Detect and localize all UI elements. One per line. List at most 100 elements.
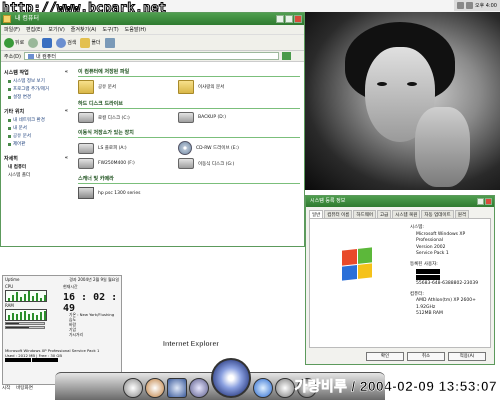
minimize-button[interactable] (276, 15, 284, 23)
window-icon (3, 15, 11, 23)
item-label: CD-RW 드라이브 (E:) (196, 146, 239, 151)
ok-button[interactable]: 확인 (366, 352, 404, 361)
calendar-icon[interactable] (145, 378, 165, 398)
my-computer-window[interactable]: 내 컴퓨터 파일(F) 편집(E) 보기(V) 즐겨찾기(A) 도구(T) 도움… (0, 12, 305, 247)
folder-icon (78, 80, 94, 94)
item-drive-g[interactable]: 이동식 디스크 (G:) (178, 158, 278, 169)
hard-drive-icon (78, 112, 94, 123)
redacted-org (416, 275, 440, 280)
weather-info: 기온 : New York/Flushing 습도 바람 기압 가시거리 (69, 312, 114, 337)
other-places-title: 기타 위치 (4, 109, 25, 115)
group-header-scanners: 스캐너 및 카메라 (78, 175, 300, 184)
system-tasks-header[interactable]: 시스템 작업 « (4, 69, 68, 76)
menu-file[interactable]: 파일(F) (4, 26, 20, 33)
item-scanner[interactable]: hp psc 1300 series (78, 187, 178, 199)
dialog-close-button[interactable] (485, 198, 492, 205)
start-button[interactable]: 시작 (2, 385, 10, 391)
menu-favorites[interactable]: 즐겨찾기(A) (71, 26, 97, 33)
floppy-icon (78, 142, 94, 154)
folders-button[interactable]: 폴더 (80, 37, 101, 48)
other-places-header[interactable]: 기타 위치 « (4, 108, 68, 115)
menu-edit[interactable]: 편집(E) (26, 26, 42, 33)
details-title: 자세히 (4, 156, 18, 162)
views-icon (104, 37, 115, 48)
registered-label: 등록된 사용자: (410, 261, 438, 267)
ie-icon[interactable] (211, 358, 251, 398)
details-header[interactable]: 자세히 « (4, 155, 68, 162)
cancel-button[interactable]: 취소 (407, 352, 445, 361)
item-label: 이사랑의 문서 (198, 85, 225, 90)
menu-tools[interactable]: 도구(T) (103, 26, 119, 33)
collapse-icon: « (64, 108, 68, 114)
task-label: 프로그램 추가/제거 (13, 87, 50, 92)
collapse-icon: « (64, 155, 68, 161)
removable-drive-icon (78, 158, 94, 169)
wallpaper-photo (305, 12, 500, 190)
back-button[interactable]: 뒤로 (4, 37, 24, 48)
system-info-icon (8, 79, 11, 83)
item-cdrw-e[interactable]: CD-RW 드라이브 (E:) (178, 141, 278, 155)
forward-button[interactable] (28, 37, 39, 48)
desktop-button[interactable]: 바탕화면 (16, 385, 33, 391)
photo-eye-right (407, 82, 417, 86)
redacted-bar (32, 358, 59, 362)
network-icon[interactable] (253, 378, 273, 398)
scanner-icon (78, 187, 94, 199)
window-title: 내 컴퓨터 (15, 15, 39, 22)
system-properties-dialog[interactable]: 시스템 등록 정보 일반 컴퓨터 이름 하드웨어 고급 시스템 복원 자동 업데… (305, 195, 495, 365)
clock-label: 현재시간 (63, 284, 78, 289)
folder-icon (178, 80, 194, 94)
general-tab-body: 시스템: Microsoft Windows XP Professional V… (309, 218, 491, 348)
computer-icon (27, 53, 34, 59)
group-header-removable: 이동식 저장소가 있는 장치 (78, 129, 300, 138)
up-button[interactable] (42, 37, 53, 48)
item-floppy-a[interactable]: LS 플로피 (A:) (78, 141, 178, 155)
maximize-button[interactable] (285, 15, 293, 23)
redacted-user (416, 269, 440, 274)
search-icon[interactable] (275, 378, 295, 398)
item-shared-documents[interactable]: 공유 문서 (78, 80, 178, 94)
item-drive-f[interactable]: FW250M400 (F:) (78, 158, 178, 169)
folder-icon (80, 37, 91, 48)
search-button[interactable]: 검색 (56, 37, 76, 48)
network-icon[interactable] (465, 2, 473, 9)
explorer-icon[interactable] (189, 378, 209, 398)
place-my-documents[interactable]: 내 문서 (8, 125, 68, 131)
item-label: BACKUP (D:) (198, 115, 226, 120)
item-drive-c[interactable]: 로컬 디스크 (C:) (78, 112, 178, 123)
ram-graph (5, 309, 47, 321)
close-button[interactable] (294, 15, 302, 23)
item-user-documents[interactable]: 이사랑의 문서 (178, 80, 278, 94)
address-input[interactable]: 내 컴퓨터 (23, 52, 279, 60)
uptime-label: Uptime (5, 277, 20, 282)
swap-bar (5, 326, 45, 329)
menu-help[interactable]: 도움말(H) (125, 26, 146, 33)
up-folder-icon (42, 37, 53, 48)
dialog-titlebar[interactable]: 시스템 등록 정보 (306, 196, 494, 207)
system-tasks-title: 시스템 작업 (4, 70, 29, 76)
apply-button[interactable]: 적용(A) (448, 352, 486, 361)
volume-icon[interactable] (456, 2, 464, 9)
place-network[interactable]: 내 네트워크 환경 (8, 117, 68, 123)
desktop-datetime: 가랑비루 / 2004-02-09 13:53:07 (294, 378, 497, 395)
task-view-system-info[interactable]: 시스템 정보 보기 (8, 78, 68, 84)
window-titlebar[interactable]: 내 컴퓨터 (1, 13, 304, 25)
photo-hand (415, 107, 470, 187)
mail-icon[interactable] (167, 378, 187, 398)
control-icon (8, 95, 11, 99)
item-drive-d[interactable]: BACKUP (D:) (178, 112, 278, 123)
help-button[interactable] (477, 198, 484, 205)
place-control-panel[interactable]: 제어판 (8, 141, 68, 147)
task-change-setting[interactable]: 설정 변경 (8, 94, 68, 100)
task-add-remove-programs[interactable]: 프로그램 추가/제거 (8, 86, 68, 92)
go-button[interactable] (281, 52, 291, 60)
menu-view[interactable]: 보기(V) (48, 26, 65, 33)
views-button[interactable] (104, 37, 115, 48)
place-shared-docs[interactable]: 공유 문서 (8, 133, 68, 139)
content-area: 이 컴퓨터에 저장된 파일 공유 문서 이사랑의 문서 하드 디스크 드라이브 … (74, 63, 304, 246)
cpu-graph (5, 290, 47, 302)
system-tray: 오후 4:00 (453, 0, 500, 11)
collapse-icon: « (64, 69, 68, 75)
clock-icon[interactable] (123, 378, 143, 398)
task-label: 시스템 정보 보기 (13, 79, 45, 84)
